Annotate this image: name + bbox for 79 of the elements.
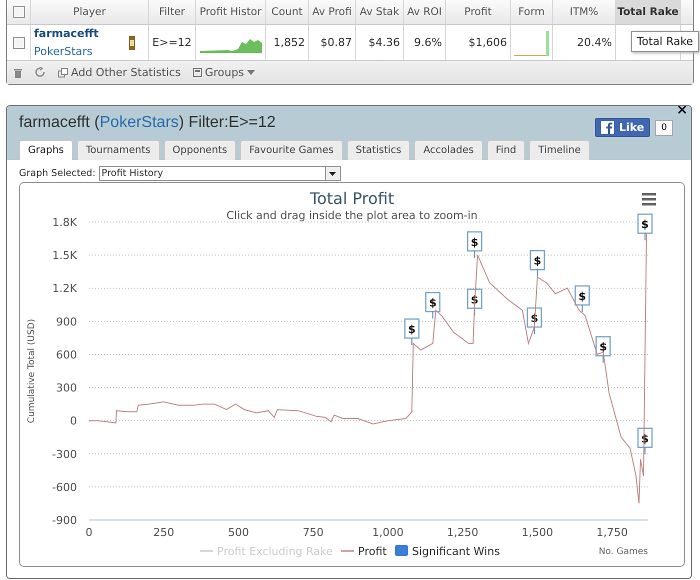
y-tick-label: 900 (56, 315, 77, 328)
x-tick-label: 1,000 (372, 526, 404, 539)
menu-icon[interactable] (642, 193, 656, 206)
legend-item[interactable]: Profit (341, 545, 387, 558)
y-tick-label: 600 (56, 348, 77, 362)
table-cell: $1,606 (468, 36, 507, 49)
table-cell: E>=12 (152, 36, 192, 49)
tab[interactable]: Find (486, 140, 526, 160)
y-tick-label: 0 (70, 414, 77, 428)
annotation: $ (578, 290, 586, 303)
column-header[interactable]: Total Rake (616, 0, 681, 24)
annotation: $ (534, 254, 542, 268)
x-tick-label: 1,250 (446, 526, 478, 539)
player-name-link[interactable]: farmacefft (34, 27, 99, 40)
x-tick-label: 750 (302, 526, 324, 539)
y-axis-label: Cumulative Total (USD) (27, 318, 37, 424)
y-tick-label: -600 (52, 480, 77, 494)
column-header[interactable]: Av Profi (309, 0, 356, 24)
save-icon (192, 68, 202, 77)
column-header[interactable]: Profit Histor (196, 0, 266, 24)
column-header[interactable]: Av Stak (356, 0, 404, 24)
y-tick-label: 1.8K (52, 216, 77, 229)
column-header[interactable]: Count (266, 0, 309, 24)
y-tick-label: -900 (52, 514, 77, 527)
tab[interactable]: Statistics (346, 140, 410, 160)
table-cell: $0.87 (320, 36, 352, 49)
table-cell: 20.4% (577, 36, 612, 49)
site-link[interactable]: PokerStars (34, 45, 99, 58)
x-axis-label: No. Games (598, 547, 648, 557)
column-header[interactable]: Profit (446, 0, 511, 24)
bookmark-icon[interactable] (129, 36, 135, 50)
like-button[interactable]: Like (595, 118, 650, 137)
trash-icon[interactable] (13, 67, 23, 78)
annotation: $ (428, 296, 437, 310)
x-tick-label: 500 (228, 526, 249, 539)
x-tick-label: 0 (86, 526, 92, 539)
column-header[interactable]: Filter (149, 0, 196, 24)
graph-selected-label: Graph Selected: (19, 168, 96, 179)
like-count: 0 (655, 120, 673, 136)
facebook-icon (601, 121, 614, 134)
y-tick-label: -300 (52, 448, 77, 461)
column-header[interactable]: Form (511, 0, 553, 24)
column-header[interactable]: Av ROI (404, 0, 446, 24)
caret-icon (247, 70, 256, 75)
x-tick-label: 1,750 (596, 526, 628, 539)
groups-dropdown[interactable]: Groups (192, 66, 256, 79)
tab[interactable]: Favourite Games (240, 140, 343, 160)
tab[interactable]: Timeline (529, 140, 590, 160)
x-tick-label: 250 (153, 526, 174, 539)
form-bar-drawing (514, 28, 549, 56)
column-header[interactable]: Player (31, 0, 149, 24)
graph-select[interactable]: Profit History (98, 166, 341, 181)
dialog-title: farmacefft (PokerStars) Filter:E>=12 (19, 114, 276, 132)
table-cell: $4.36 (368, 36, 400, 49)
chart-title: Total Profit (310, 189, 394, 208)
caret-icon (329, 172, 336, 176)
tooltip: Total Rake (630, 31, 699, 52)
refresh-icon[interactable] (35, 67, 46, 78)
legend-item[interactable]: Significant Wins (395, 545, 500, 558)
annotation: $ (641, 218, 649, 232)
tab[interactable]: Graphs (19, 140, 73, 160)
add-statistics-link[interactable]: Add Other Statistics (58, 66, 181, 79)
table-cell: 1,852 (274, 36, 305, 49)
tab[interactable]: Opponents (164, 140, 236, 160)
annotation: $ (599, 340, 607, 354)
table-cell: 9.6% (414, 36, 442, 49)
y-tick-label: 1.5K (52, 249, 77, 262)
checkbox[interactable] (12, 6, 24, 18)
annotation: $ (408, 323, 416, 336)
row-checkbox[interactable] (12, 36, 24, 48)
y-tick-label: 300 (56, 382, 77, 395)
tab[interactable]: Tournaments (76, 140, 160, 160)
y-tick-label: 1.2K (52, 282, 77, 296)
copy-icon (58, 68, 68, 78)
x-tick-label: 1,500 (522, 526, 554, 539)
chart-subtitle: Click and drag inside the plot area to zoom-in (226, 209, 478, 222)
legend-label: Profit (358, 545, 388, 558)
annotation: $ (470, 236, 478, 249)
tab[interactable]: Accolades (414, 140, 483, 160)
